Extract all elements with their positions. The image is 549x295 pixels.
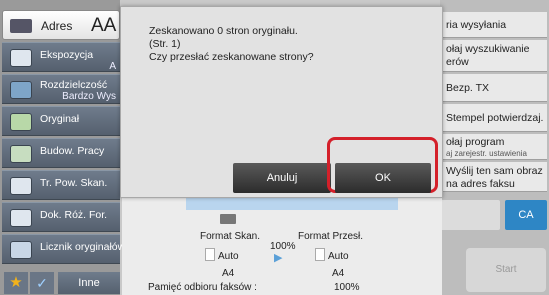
bottom-shortcuts: ★ ✓ Inne: [0, 270, 120, 295]
sidebar-item-label: Dok. Róż. For.: [40, 209, 108, 221]
start-label: Start: [495, 264, 517, 275]
sidebar-item-resolution[interactable]: Rozdzielczość Bardzo Wys: [2, 74, 120, 104]
right-item-search[interactable]: ołaj wyszukiwanie erów: [442, 40, 547, 72]
sidebar-item-sub: Bardzo Wys: [62, 91, 116, 102]
sidebar-item-label: Ekspozycja: [40, 49, 94, 61]
right-item-label-line2: na adres faksu: [446, 178, 515, 190]
exposure-icon: [10, 49, 32, 67]
keyboard-icon: [10, 19, 32, 33]
dialog-line-1: Zeskanowano 0 stron oryginału.: [149, 25, 298, 37]
scan-size: A4: [222, 268, 235, 279]
sidebar-item-label: Rozdzielczość: [40, 79, 108, 91]
check-icon[interactable]: ✓: [30, 272, 54, 294]
ca-button[interactable]: CA: [505, 200, 547, 230]
send-auto[interactable]: Auto: [328, 251, 349, 262]
paper-icon: [205, 248, 215, 261]
sidebar-item-label: Tr. Pow. Skan.: [40, 177, 108, 189]
sidebar-item-label: Budow. Pracy: [40, 145, 105, 157]
scan-format-label: Format Skan.: [200, 231, 261, 242]
job-build-icon: [10, 145, 32, 163]
cancel-button[interactable]: Anuluj: [233, 163, 331, 193]
dialog-line-3: Czy przesłać zeskanowane strony?: [149, 51, 314, 63]
ok-button[interactable]: OK: [335, 163, 431, 193]
star-icon[interactable]: ★: [4, 272, 28, 294]
right-item-secure-tx[interactable]: Bezp. TX: [442, 74, 547, 102]
sidebar-item-mixed-size[interactable]: Dok. Róż. For.: [2, 202, 120, 232]
original-icon: [10, 113, 32, 131]
address-aa-label: AA: [91, 15, 117, 36]
sidebar-item-label: Oryginał: [40, 113, 80, 125]
left-sidebar: Adres AA Ekspozycja A Rozdzielczość Bard…: [0, 0, 125, 295]
other-button[interactable]: Inne: [58, 272, 120, 294]
sidebar-item-slow-scan[interactable]: Tr. Pow. Skan.: [2, 170, 120, 200]
right-item-stamp[interactable]: Stempel potwierdzaj.: [442, 104, 547, 132]
dialog-message: Zeskanowano 0 stron oryginału. (Str. 1) …: [149, 25, 314, 64]
resolution-icon: [10, 81, 32, 99]
right-item-label: Stempel potwierdzaj.: [446, 112, 544, 124]
sidebar-item-original[interactable]: Oryginał: [2, 106, 120, 136]
dialog-line-2: (Str. 1): [149, 38, 181, 50]
right-item-small: aj zarejestr. ustawienia: [446, 149, 527, 158]
right-item-label: Bezp. TX: [446, 82, 489, 94]
right-item-label-line2: erów: [446, 56, 469, 68]
right-item-send-history[interactable]: ria wysyłania: [442, 12, 547, 38]
sidebar-item-exposure[interactable]: Ekspozycja A: [2, 42, 120, 72]
right-item-label: ołaj program: [446, 136, 505, 148]
right-item-label: ołaj wyszukiwanie: [446, 43, 530, 55]
address-button[interactable]: Adres AA: [2, 10, 120, 40]
start-button[interactable]: Start: [466, 248, 546, 292]
scan-auto[interactable]: Auto: [218, 251, 239, 262]
sidebar-item-label: Licznik oryginałów: [40, 241, 126, 253]
arrow-right-icon: ▶: [274, 252, 283, 264]
sidebar-item-job-build[interactable]: Budow. Pracy: [2, 138, 120, 168]
send-size: A4: [332, 268, 345, 279]
send-format-label: Format Przesł.: [298, 231, 364, 242]
preview-strip: [186, 198, 398, 210]
scanner-icon: [220, 214, 236, 224]
right-item-program[interactable]: ołaj program aj zarejestr. ustawienia: [442, 134, 547, 160]
address-label: Adres: [41, 19, 73, 33]
copier-screen: Adres AA Ekspozycja A Rozdzielczość Bard…: [0, 0, 549, 295]
sidebar-item-original-count[interactable]: Licznik oryginałów: [2, 234, 125, 264]
right-item-label: Wyślij ten sam obraz: [446, 165, 543, 177]
mixed-size-icon: [10, 209, 32, 227]
right-item-label: ria wysyłania: [446, 19, 507, 31]
slow-scan-icon: [10, 177, 32, 195]
sidebar-item-sub: A: [109, 61, 116, 72]
paper-icon: [315, 248, 325, 261]
right-item-send-same-image[interactable]: Wyślij ten sam obraz na adres faksu: [442, 162, 547, 192]
fax-memory-value: 100%: [334, 282, 360, 293]
confirm-dialog: Zeskanowano 0 stron oryginału. (Str. 1) …: [120, 6, 443, 198]
original-count-icon: [10, 241, 32, 259]
fax-memory-label: Pamięć odbioru faksów :: [148, 282, 257, 293]
